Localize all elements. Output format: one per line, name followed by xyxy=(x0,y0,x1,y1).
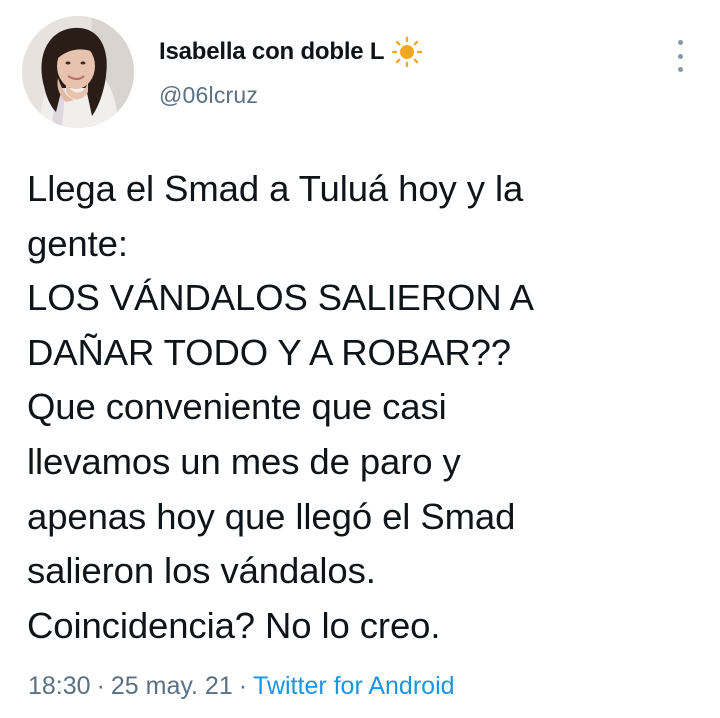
user-handle[interactable]: @06lcruz xyxy=(159,82,423,109)
tweet-text: Llega el Smad a Tuluá hoy y la gente: LO… xyxy=(27,162,687,653)
tweet-text-line: DAÑAR TODO Y A ROBAR?? xyxy=(27,331,511,373)
avatar[interactable] xyxy=(22,16,134,128)
tweet-text-line: LOS VÁNDALOS SALIERON A xyxy=(27,277,534,319)
display-name-row: Isabella con doble L xyxy=(159,36,423,68)
tweet-time[interactable]: 18:30 xyxy=(28,672,91,700)
tweet-date[interactable]: 25 may. 21 xyxy=(111,672,233,700)
user-names: Isabella con doble L @06lcruz xyxy=(159,36,423,109)
tweet-text-line: apenas hoy que llegó el Smad xyxy=(27,495,516,537)
more-dot-icon xyxy=(677,53,683,59)
more-dot-icon xyxy=(677,40,683,45)
more-options-button[interactable] xyxy=(668,36,692,76)
tweet-card: Isabella con doble L @06lcruz Llega el S… xyxy=(0,0,720,718)
tweet-text-line: salieron los vándalos. xyxy=(27,550,376,592)
tweet-source-link[interactable]: Twitter for Android xyxy=(253,672,454,700)
tweet-header: Isabella con doble L @06lcruz xyxy=(22,16,698,132)
tweet-text-line: llevamos un mes de paro y xyxy=(27,440,461,482)
avatar-photo xyxy=(22,16,134,128)
more-dot-icon xyxy=(677,67,683,72)
meta-separator: · xyxy=(96,672,105,700)
tweet-meta: 18:30 · 25 may. 21 · Twitter for Android xyxy=(28,672,455,701)
tweet-text-line: Que conveniente que casi xyxy=(27,386,447,428)
meta-separator: · xyxy=(238,672,248,700)
display-name[interactable]: Isabella con doble L xyxy=(159,38,385,66)
tweet-text-line: gente: xyxy=(27,222,128,264)
tweet-text-line: Coincidencia? No lo creo. xyxy=(27,604,441,646)
sun-icon xyxy=(391,36,423,68)
tweet-text-line: Llega el Smad a Tuluá hoy y la xyxy=(27,168,524,209)
